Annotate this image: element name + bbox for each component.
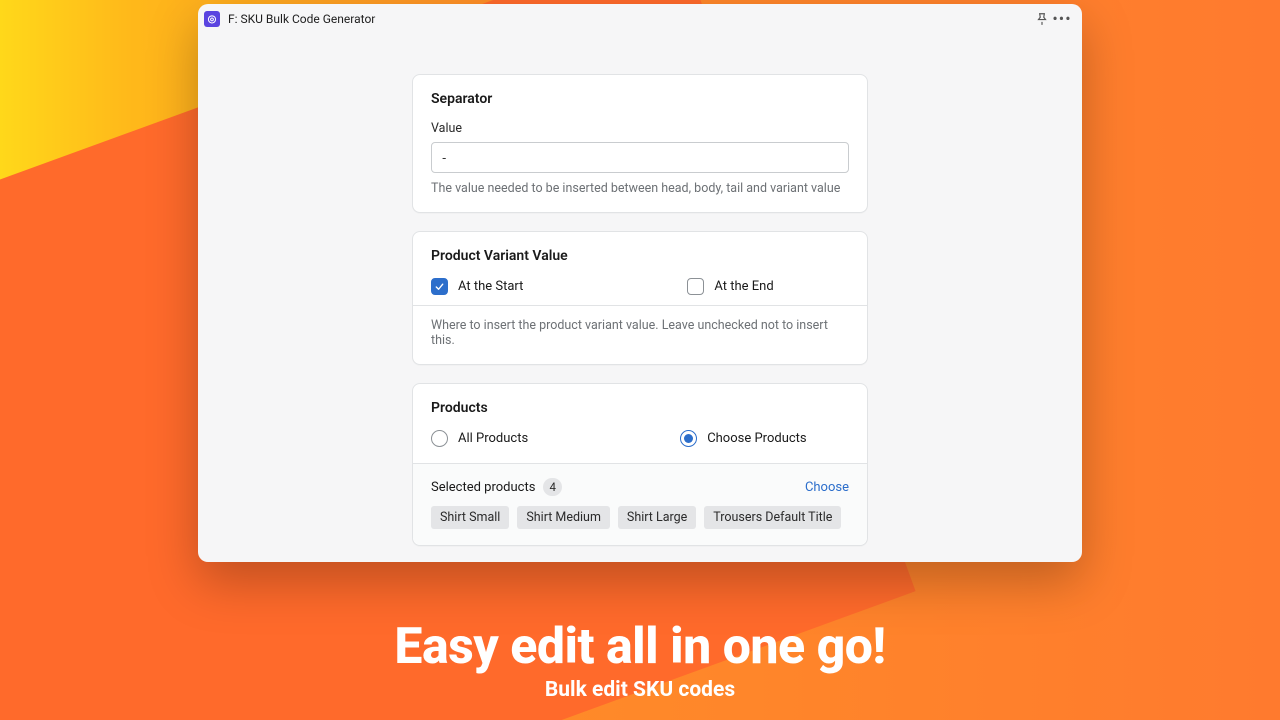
radio-unselected-icon	[431, 430, 448, 447]
separator-help: The value needed to be inserted between …	[431, 181, 849, 196]
variant-at-end-label: At the End	[714, 279, 773, 294]
products-heading: Products	[431, 400, 849, 416]
separator-value-input[interactable]	[431, 142, 849, 173]
hero-title: Easy edit all in one go!	[0, 618, 1280, 676]
app-icon: ◎	[204, 11, 220, 27]
app-window: ◎ F: SKU Bulk Code Generator ••• Separat…	[198, 4, 1082, 562]
pin-icon[interactable]	[1032, 9, 1052, 29]
choose-products-radio[interactable]: Choose Products	[680, 430, 806, 447]
main-content: Separator Value The value needed to be i…	[198, 34, 1082, 546]
all-products-label: All Products	[458, 431, 528, 446]
variant-at-start-label: At the Start	[458, 279, 523, 294]
separator-value-label: Value	[431, 121, 849, 136]
products-card: Products All Products Choose Products Se	[412, 383, 868, 546]
selected-count-badge: 4	[543, 478, 561, 496]
choose-products-label: Choose Products	[707, 431, 806, 446]
chip[interactable]: Shirt Medium	[517, 506, 610, 529]
divider	[413, 305, 867, 306]
selected-products-title: Selected products	[431, 480, 535, 495]
variant-at-start-checkbox[interactable]: At the Start	[431, 278, 523, 295]
variant-heading: Product Variant Value	[431, 248, 849, 264]
choose-button[interactable]: Choose	[805, 480, 849, 495]
variant-help: Where to insert the product variant valu…	[431, 318, 849, 348]
chip[interactable]: Trousers Default Title	[704, 506, 841, 529]
selected-chips: Shirt Small Shirt Medium Shirt Large Tro…	[431, 506, 849, 529]
checkbox-unchecked-icon	[687, 278, 704, 295]
checkbox-checked-icon	[431, 278, 448, 295]
window-titlebar: ◎ F: SKU Bulk Code Generator •••	[198, 4, 1082, 34]
chip[interactable]: Shirt Large	[618, 506, 696, 529]
variant-at-end-checkbox[interactable]: At the End	[687, 278, 773, 295]
chip[interactable]: Shirt Small	[431, 506, 509, 529]
all-products-radio[interactable]: All Products	[431, 430, 528, 447]
radio-selected-icon	[680, 430, 697, 447]
hero-subtitle: Bulk edit SKU codes	[0, 678, 1280, 702]
variant-card: Product Variant Value At the Start At th…	[412, 231, 868, 365]
separator-heading: Separator	[431, 91, 849, 107]
window-title: F: SKU Bulk Code Generator	[228, 12, 375, 26]
promo-background: ◎ F: SKU Bulk Code Generator ••• Separat…	[0, 0, 1280, 720]
hero-caption: Easy edit all in one go! Bulk edit SKU c…	[0, 618, 1280, 702]
selected-products-panel: Selected products 4 Choose Shirt Small S…	[413, 463, 867, 545]
more-icon[interactable]: •••	[1052, 9, 1072, 29]
separator-card: Separator Value The value needed to be i…	[412, 74, 868, 213]
